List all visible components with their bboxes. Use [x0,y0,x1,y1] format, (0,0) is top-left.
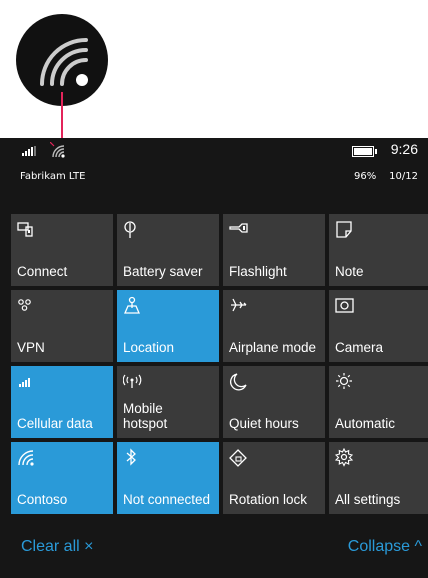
tile-label: Location [123,340,175,355]
clear-all-button[interactable]: Clear all × [21,538,93,556]
bluetooth-icon [126,448,136,466]
quick-actions-grid: Connect Battery saver Flashlight Note VP… [11,214,428,514]
brightness-icon [336,373,352,389]
tile-automatic-brightness[interactable]: Automatic [329,366,428,438]
tile-label: All settings [335,492,401,507]
action-center: 9:26 Fabrikam LTE 96% 10/12 Connect Batt… [0,138,428,578]
tile-rotation-lock[interactable]: Rotation lock [223,442,325,514]
wifi-icon [18,450,34,466]
tile-label: Mobile hotspot [123,401,168,431]
tile-label: Flashlight [229,264,287,279]
tile-label: Contoso [17,492,68,507]
tile-label: Quiet hours [229,416,299,431]
clock-time: 9:26 [390,141,418,157]
tile-battery-saver[interactable]: Battery saver [117,214,219,286]
tile-connect[interactable]: Connect [11,214,113,286]
battery-percent: 96% [354,171,377,182]
hotspot-icon [123,374,142,388]
camera-icon [335,298,354,313]
tile-bluetooth[interactable]: Not connected [117,442,219,514]
wifi-icon [50,142,65,158]
rotation-lock-icon [229,449,247,467]
connect-icon [17,222,33,237]
battery-icon [352,146,377,157]
tile-label: VPN [17,340,45,355]
date: 10/12 [389,171,418,182]
tile-label: Airplane mode [229,340,317,355]
callout-pointer-line [61,92,63,140]
cellular-data-icon [19,378,30,387]
tile-airplane-mode[interactable]: Airplane mode [223,290,325,362]
tile-all-settings[interactable]: All settings [329,442,428,514]
battery-saver-icon [124,221,136,238]
vpn-icon [18,299,31,311]
action-center-footer: Clear all × Collapse ^ [0,536,428,564]
tile-camera[interactable]: Camera [329,290,428,362]
location-icon [124,296,140,314]
flashlight-icon [229,223,248,233]
tile-location[interactable]: Location [117,290,219,362]
tile-label: Connect [17,264,68,279]
cellular-signal-icon [22,146,36,156]
tile-label: Not connected [123,492,211,507]
tile-flashlight[interactable]: Flashlight [223,214,325,286]
tile-vpn[interactable]: VPN [11,290,113,362]
gear-icon [335,448,354,467]
tile-label: Cellular data [17,416,93,431]
status-bar: 9:26 Fabrikam LTE 96% 10/12 [0,138,428,198]
collapse-button[interactable]: Collapse ^ [348,538,422,556]
tile-quiet-hours[interactable]: Quiet hours [223,366,325,438]
note-icon [336,221,352,238]
tile-label: Rotation lock [229,492,308,507]
tile-cellular-data[interactable]: Cellular data [11,366,113,438]
carrier-name: Fabrikam LTE [20,171,86,182]
tile-label: Battery saver [123,264,203,279]
airplane-icon [231,298,247,312]
moon-icon [230,373,247,391]
tile-label: Automatic [335,416,396,431]
tile-label: Camera [335,340,384,355]
tile-note[interactable]: Note [329,214,428,286]
tile-label: Note [335,264,364,279]
tile-mobile-hotspot[interactable]: Mobile hotspot [117,366,219,438]
tile-wifi-contoso[interactable]: Contoso [11,442,113,514]
